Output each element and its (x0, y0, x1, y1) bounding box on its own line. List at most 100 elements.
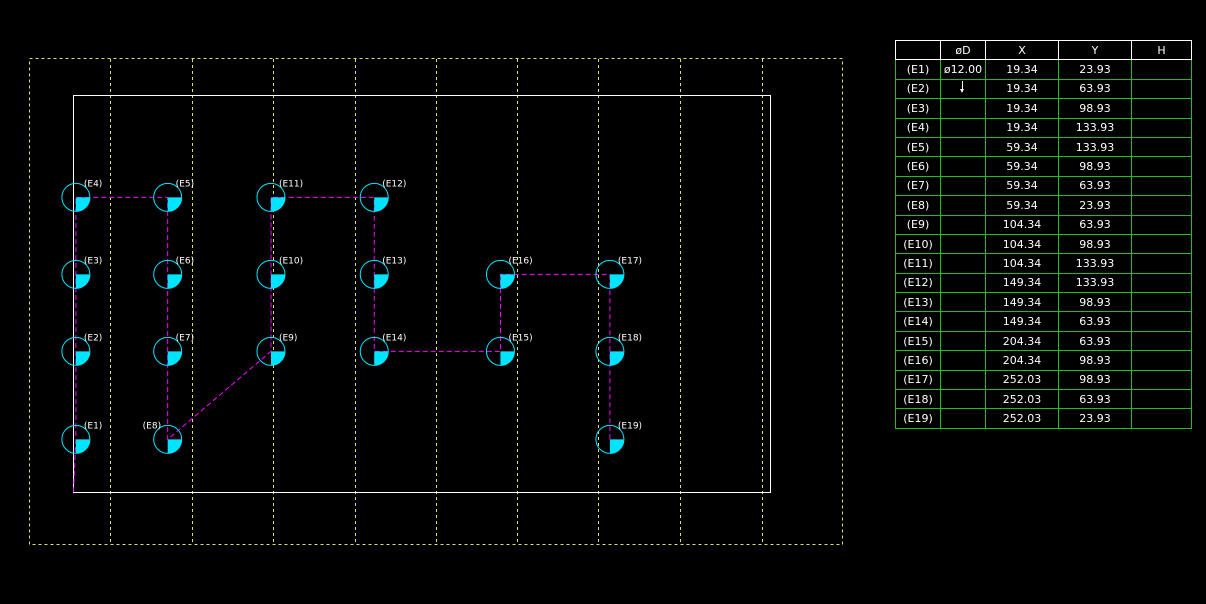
hole-id-cell: (E7) (895, 175, 941, 197)
hole-marker[interactable]: (E13) (359, 256, 406, 289)
diameter-cell (940, 78, 986, 100)
hole-marker[interactable]: (E4) (61, 179, 102, 212)
table-row: (E16) 204.34 98.93 (895, 350, 1192, 371)
hole-marker[interactable]: (E18) (595, 333, 642, 366)
h-cell (1131, 195, 1192, 216)
x-cell: 59.34 (985, 195, 1059, 216)
h-cell (1131, 98, 1192, 119)
hole-quadrant (75, 274, 90, 289)
diameter-cell (940, 253, 986, 274)
hole-marker[interactable]: (E19) (595, 421, 642, 454)
y-cell: 133.93 (1058, 272, 1132, 294)
x-cell: 104.34 (985, 214, 1059, 235)
table-row: (E13) 149.34 98.93 (895, 292, 1192, 313)
vertical-grid-lines (110, 59, 763, 544)
hole-id-cell: (E10) (895, 233, 941, 255)
hole-marker[interactable]: (E16) (485, 256, 533, 289)
table-row: (E1) ø12.00 19.34 23.93 (895, 59, 1192, 94)
hole-marker[interactable]: (E5) (153, 179, 194, 212)
hole-id-cell: (E3) (895, 98, 941, 119)
hole-id-cell: (E11) (895, 253, 941, 274)
diameter-cell: ø12.00 (940, 59, 986, 94)
hole-label: (E19) (618, 421, 642, 431)
hole-quadrant (167, 274, 182, 289)
hole-label: (E13) (382, 256, 406, 266)
header-id (895, 39, 941, 61)
hole-marker[interactable]: (E12) (359, 179, 406, 212)
hole-label: (E7) (176, 333, 194, 343)
hole-label: (E3) (84, 256, 102, 266)
hole-label: (E17) (618, 256, 642, 266)
x-cell: 59.34 (985, 175, 1059, 197)
hole-quadrant (270, 274, 285, 289)
hole-marker[interactable]: (E6) (153, 256, 194, 289)
hole-marker[interactable]: (E1) (61, 421, 102, 454)
h-cell (1131, 389, 1192, 410)
h-cell (1131, 175, 1192, 197)
hole-marker[interactable]: (E8) (143, 421, 183, 454)
diameter-cell (940, 311, 986, 332)
hole-quadrant (374, 197, 389, 212)
x-cell: 252.03 (985, 408, 1059, 429)
hole-id-cell: (E1) (895, 59, 941, 80)
h-cell (1131, 214, 1192, 235)
holes-layer: (E1) (E2) (E3) (E4) (E5) (E6) (E7) (E8) (E9) (E10… (61, 179, 642, 454)
table-row: (E7) 59.34 63.93 (895, 175, 1192, 197)
hole-marker[interactable]: (E3) (61, 256, 102, 289)
hole-label: (E8) (143, 421, 161, 431)
h-cell (1131, 330, 1192, 352)
hole-label: (E15) (508, 333, 532, 343)
hole-quadrant (75, 439, 90, 454)
hole-label: (E4) (84, 179, 102, 189)
diameter-cell (940, 369, 986, 391)
y-cell: 63.93 (1058, 175, 1132, 197)
hole-marker[interactable]: (E15) (485, 333, 533, 366)
hole-quadrant (500, 351, 515, 366)
hole-quadrant (609, 351, 624, 366)
x-cell: 149.34 (985, 292, 1059, 313)
diameter-cell (940, 175, 986, 197)
hole-marker[interactable]: (E17) (595, 256, 642, 289)
x-cell: 149.34 (985, 311, 1059, 332)
hole-marker[interactable]: (E11) (256, 179, 303, 212)
hole-table: øD X Y H (E1) ø12.00 19.34 23.93 (E2) 19.34 63… (895, 39, 1192, 429)
x-cell: 252.03 (985, 389, 1059, 410)
table-row: (E4) 19.34 133.93 (895, 117, 1192, 138)
hole-quadrant (75, 197, 90, 212)
hole-marker[interactable]: (E9) (256, 333, 297, 366)
table-row: (E2) 19.34 63.93 (895, 78, 1192, 100)
y-cell: 133.93 (1058, 136, 1132, 158)
table-row: (E18) 252.03 63.93 (895, 389, 1192, 410)
hole-label: (E1) (84, 421, 102, 431)
hole-marker[interactable]: (E14) (359, 333, 406, 366)
hole-id-cell: (E16) (895, 350, 941, 371)
h-cell (1131, 253, 1192, 274)
header-diameter: øD (940, 39, 986, 61)
diameter-cell (940, 195, 986, 216)
hole-label: (E9) (279, 333, 297, 343)
y-cell: 63.93 (1058, 78, 1132, 100)
table-row: (E8) 59.34 23.93 (895, 195, 1192, 216)
hole-label: (E5) (176, 179, 194, 189)
hole-label: (E11) (279, 179, 303, 189)
hole-id-cell: (E4) (895, 117, 941, 138)
table-row: (E19) 252.03 23.93 (895, 408, 1192, 429)
y-cell: 133.93 (1058, 253, 1132, 274)
x-cell: 19.34 (985, 117, 1059, 138)
hole-quadrant (374, 274, 389, 289)
hole-quadrant (609, 439, 624, 454)
diameter-cell (940, 156, 986, 177)
diameter-cell (940, 117, 986, 138)
hole-marker[interactable]: (E2) (61, 333, 102, 366)
table-row: (E11) 104.34 133.93 (895, 253, 1192, 274)
hole-marker[interactable]: (E7) (153, 333, 194, 366)
hole-marker[interactable]: (E10) (256, 256, 303, 289)
hole-label: (E18) (618, 333, 642, 343)
x-cell: 19.34 (985, 59, 1059, 80)
h-cell (1131, 156, 1192, 177)
y-cell: 63.93 (1058, 311, 1132, 332)
toolpath (73, 196, 611, 493)
diameter-cell (940, 272, 986, 294)
h-cell (1131, 117, 1192, 138)
hole-id-cell: (E19) (895, 408, 941, 429)
